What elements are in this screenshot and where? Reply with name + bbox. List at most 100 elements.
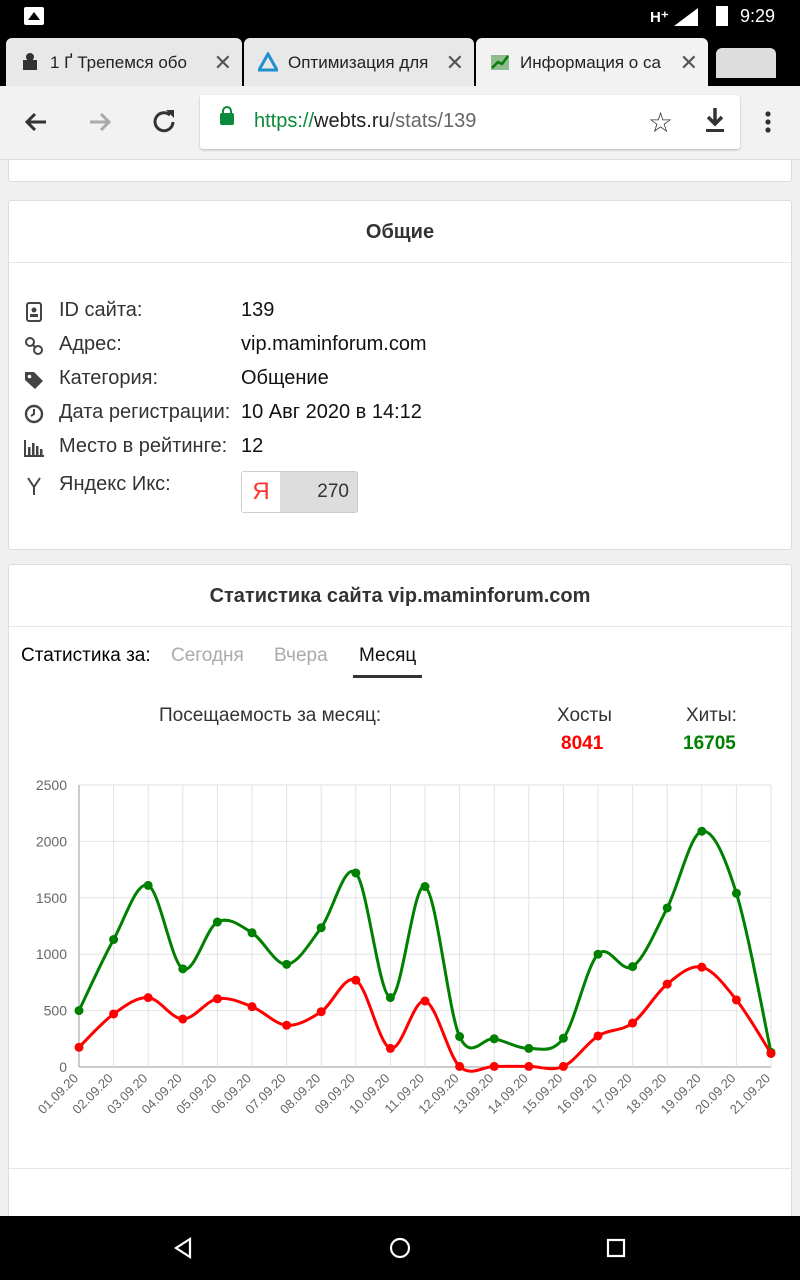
data-point-1 xyxy=(766,1048,776,1058)
info-label: Категория: xyxy=(59,367,159,389)
recents-square-icon[interactable] xyxy=(604,1236,628,1260)
info-label: Яндекс Икс: xyxy=(59,473,171,495)
reload-icon[interactable] xyxy=(148,106,180,138)
site-id-value: 139 xyxy=(241,299,275,321)
chart-favicon-icon xyxy=(491,55,509,70)
y-tick-label: 500 xyxy=(44,1003,68,1019)
divider xyxy=(9,1168,793,1169)
home-circle-icon[interactable] xyxy=(388,1236,412,1260)
link-icon xyxy=(25,337,43,355)
close-icon[interactable]: ✕ xyxy=(446,50,464,76)
data-point-1 xyxy=(731,995,741,1005)
data-point-0 xyxy=(351,868,361,878)
lock-icon xyxy=(220,106,234,125)
new-tab-button[interactable] xyxy=(716,48,776,78)
data-point-1 xyxy=(316,1007,326,1017)
data-point-0 xyxy=(731,888,741,898)
data-point-1 xyxy=(74,1042,84,1052)
site-stats-card: Статистика сайта vip.maminforum.com Стат… xyxy=(8,564,793,1216)
data-point-1 xyxy=(697,962,707,972)
data-point-0 xyxy=(143,880,153,890)
data-point-0 xyxy=(316,923,326,933)
chart-caption: Посещаемость за месяц: xyxy=(159,705,382,726)
data-point-1 xyxy=(109,1009,119,1019)
info-label: Дата регистрации: xyxy=(59,401,231,423)
system-nav-bar xyxy=(0,1216,800,1280)
data-point-0 xyxy=(628,962,638,972)
more-vert-icon[interactable] xyxy=(752,106,784,138)
triangle-favicon-icon xyxy=(258,52,278,72)
tab-2[interactable]: Оптимизация для ✕ xyxy=(244,38,474,86)
y-tick-label: 2500 xyxy=(36,777,67,793)
previous-card xyxy=(8,160,792,182)
tab-1-title: 1 Ґ Трепемся обо xyxy=(50,53,187,72)
category-value: Общение xyxy=(241,367,329,389)
tab-strip: 1 Ґ Трепемся обо ✕ Оптимизация для ✕ Инф… xyxy=(0,34,800,86)
data-point-0 xyxy=(524,1043,534,1053)
close-icon[interactable]: ✕ xyxy=(214,50,232,76)
hosts-value: 8041 xyxy=(561,733,604,754)
signal-icon xyxy=(674,8,698,26)
data-point-1 xyxy=(143,993,153,1003)
period-label: Статистика за: xyxy=(21,645,151,666)
data-point-0 xyxy=(385,993,395,1003)
data-point-1 xyxy=(282,1020,292,1030)
data-point-0 xyxy=(420,882,430,892)
tab-3-active[interactable]: Информация о са ✕ xyxy=(476,38,708,86)
star-icon[interactable]: ☆ xyxy=(648,106,673,139)
arrow-left-icon[interactable] xyxy=(20,106,52,138)
data-point-0 xyxy=(489,1034,499,1044)
period-tab-month[interactable]: Месяц xyxy=(353,645,423,678)
y-tick-label: 1500 xyxy=(36,890,67,906)
data-point-1 xyxy=(385,1043,395,1053)
bar-chart-icon xyxy=(24,440,44,457)
address-bar[interactable]: https://webts.ru/stats/139 ☆ xyxy=(200,95,740,149)
tab-3-title: Информация о са xyxy=(520,53,661,72)
y-tick-label: 2000 xyxy=(36,833,67,849)
data-point-0 xyxy=(212,917,222,927)
back-triangle-icon[interactable] xyxy=(172,1236,196,1260)
yandex-iks-value: 270 xyxy=(317,481,349,502)
data-point-1 xyxy=(628,1018,638,1028)
tag-icon xyxy=(25,372,43,389)
tab-1[interactable]: 1 Ґ Трепемся обо ✕ xyxy=(6,38,242,86)
data-point-1 xyxy=(351,975,361,985)
data-point-1 xyxy=(420,996,430,1006)
page-content: Общие ID сайта: 139 Адрес: vip.maminforu… xyxy=(0,160,800,1216)
period-tab-yesterday[interactable]: Вчера xyxy=(274,645,328,667)
general-info-title: Общие xyxy=(9,201,791,263)
rating-place-value: 12 xyxy=(241,435,264,457)
data-point-1 xyxy=(593,1031,603,1041)
status-bar: H⁺ 9:29 xyxy=(0,0,800,34)
period-tab-today[interactable]: Сегодня xyxy=(171,645,244,667)
data-point-0 xyxy=(74,1006,84,1016)
close-icon[interactable]: ✕ xyxy=(680,50,698,76)
clock-time: 9:29 xyxy=(740,6,776,26)
yandex-iks-badge[interactable]: Я 270 xyxy=(241,471,358,513)
data-point-1 xyxy=(489,1061,499,1071)
data-point-0 xyxy=(593,949,603,959)
general-info-card: Общие ID сайта: 139 Адрес: vip.maminforu… xyxy=(8,200,792,550)
data-point-0 xyxy=(662,903,672,913)
site-stats-title: Статистика сайта vip.maminforum.com xyxy=(9,565,791,627)
data-point-0 xyxy=(247,928,257,938)
hits-label: Хиты: xyxy=(686,705,737,726)
data-point-0 xyxy=(697,826,707,836)
download-icon[interactable] xyxy=(704,105,726,135)
data-point-0 xyxy=(109,935,119,945)
url-text[interactable]: https://webts.ru/stats/139 xyxy=(254,110,476,133)
data-point-1 xyxy=(212,994,222,1004)
forum-favicon-icon xyxy=(23,53,37,70)
data-point-0 xyxy=(282,959,292,969)
arrow-right-icon[interactable] xyxy=(84,106,116,138)
y-tick-label: 0 xyxy=(59,1059,67,1075)
data-point-1 xyxy=(662,979,672,989)
data-point-1 xyxy=(178,1014,188,1024)
image-icon xyxy=(24,7,44,25)
traffic-chart: 0500100015002000250001.09.2002.09.2003.0… xyxy=(35,777,776,1117)
tab-2-title: Оптимизация для xyxy=(288,53,429,72)
yandex-logo: Я xyxy=(242,472,280,512)
data-point-1 xyxy=(455,1061,465,1071)
data-point-1 xyxy=(558,1061,568,1071)
network-type: H⁺ xyxy=(650,9,669,26)
